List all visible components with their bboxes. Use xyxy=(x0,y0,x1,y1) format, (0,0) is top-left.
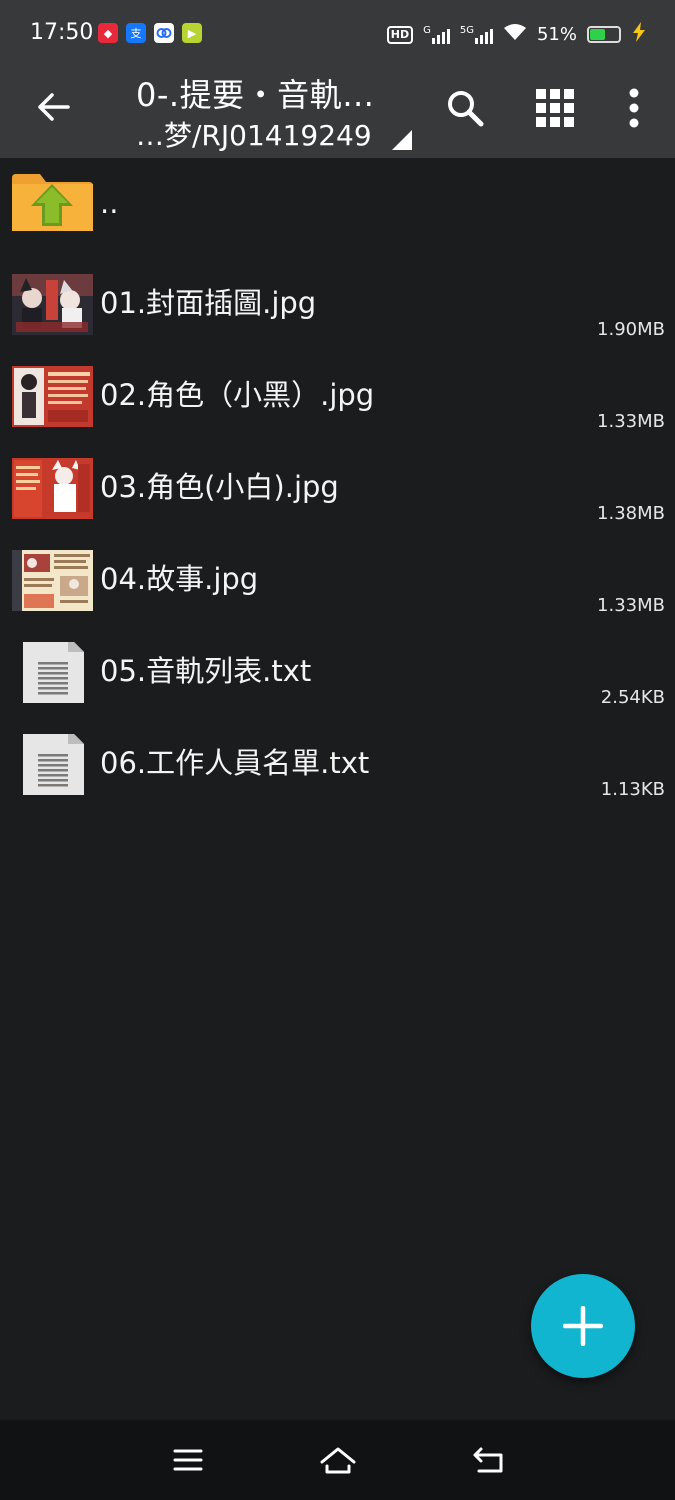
file-size: 1.90MB xyxy=(597,319,665,340)
grid-view-button[interactable] xyxy=(527,80,583,136)
signal-5g-icon: 5G xyxy=(460,25,493,44)
search-button[interactable] xyxy=(437,80,493,136)
notification-icons: ◆ 支 ▶ xyxy=(98,23,202,43)
menu-icon xyxy=(173,1449,203,1471)
file-size: 1.38MB xyxy=(597,503,665,524)
list-item-file[interactable]: 06.工作人員名單.txt 1.13KB xyxy=(0,718,675,810)
file-name: 05.音軌列表.txt xyxy=(100,654,312,688)
battery-percent: 51% xyxy=(536,24,577,45)
more-options-button[interactable] xyxy=(606,80,662,136)
plus-icon xyxy=(563,1306,603,1346)
battery-level xyxy=(590,29,606,40)
file-name: 01.封面插圖.jpg xyxy=(100,286,317,320)
add-button[interactable] xyxy=(531,1274,635,1378)
status-time: 17:50 xyxy=(30,20,94,45)
list-item-file[interactable]: 01.封面插圖.jpg 1.90MB xyxy=(0,258,675,350)
back-arrow-icon xyxy=(38,93,70,121)
app-notification-icon xyxy=(154,23,174,43)
alipay-notification-icon: 支 xyxy=(126,23,146,43)
app-notification-icon: ▶ xyxy=(182,23,202,43)
list-item-parent-folder[interactable]: .. xyxy=(0,158,675,258)
file-size: 1.33MB xyxy=(597,595,665,616)
folder-title: 0-.提要・音軌… xyxy=(136,76,375,114)
home-button[interactable] xyxy=(316,1438,360,1482)
image-thumbnail xyxy=(12,366,93,427)
folder-path[interactable]: …梦/RJ01419249 xyxy=(136,114,372,154)
image-thumbnail xyxy=(12,550,93,611)
file-name: .. xyxy=(100,186,119,220)
status-indicators: HD G 5G 51% xyxy=(386,22,647,47)
list-item-file[interactable]: 02.角色（小黑）.jpg 1.33MB xyxy=(0,350,675,442)
file-name: 03.角色(小白).jpg xyxy=(100,470,339,504)
grid-view-icon xyxy=(536,89,574,127)
list-item-file[interactable]: 05.音軌列表.txt 2.54KB xyxy=(0,626,675,718)
battery-icon xyxy=(587,26,621,43)
toolbar: 0-.提要・音軌… …梦/RJ01419249 xyxy=(0,64,675,158)
file-size: 2.54KB xyxy=(600,687,665,708)
folder-up-icon xyxy=(12,170,93,231)
file-name: 02.角色（小黑）.jpg xyxy=(100,378,375,412)
text-file-icon xyxy=(12,642,93,703)
charging-icon xyxy=(631,22,647,47)
wifi-icon xyxy=(503,23,527,46)
menu-button[interactable] xyxy=(166,1438,210,1482)
image-thumbnail xyxy=(12,458,93,519)
file-name: 04.故事.jpg xyxy=(100,562,259,596)
app-notification-icon: ◆ xyxy=(98,23,118,43)
back-button[interactable] xyxy=(28,82,78,132)
path-dropdown-caret-icon[interactable] xyxy=(392,130,412,150)
signal-icon: G xyxy=(423,25,450,44)
file-name: 06.工作人員名單.txt xyxy=(100,746,370,780)
back-icon xyxy=(473,1447,503,1473)
back-nav-button[interactable] xyxy=(466,1438,510,1482)
file-list: .. 01.封面插圖.jpg 1.90MB 02.角色（小黑）.jpg 1.33… xyxy=(0,158,675,810)
more-vert-icon xyxy=(629,88,639,128)
file-size: 1.33MB xyxy=(597,411,665,432)
file-size: 1.13KB xyxy=(600,779,665,800)
list-item-file[interactable]: 04.故事.jpg 1.33MB xyxy=(0,534,675,626)
hd-icon: HD xyxy=(386,25,414,44)
text-file-icon xyxy=(12,734,93,795)
status-bar: 17:50 ◆ 支 ▶ HD G 5G 51% xyxy=(0,0,675,64)
list-item-file[interactable]: 03.角色(小白).jpg 1.38MB xyxy=(0,442,675,534)
navigation-bar xyxy=(0,1420,675,1500)
home-icon xyxy=(320,1447,356,1474)
search-icon xyxy=(448,91,484,127)
image-thumbnail xyxy=(12,274,93,335)
